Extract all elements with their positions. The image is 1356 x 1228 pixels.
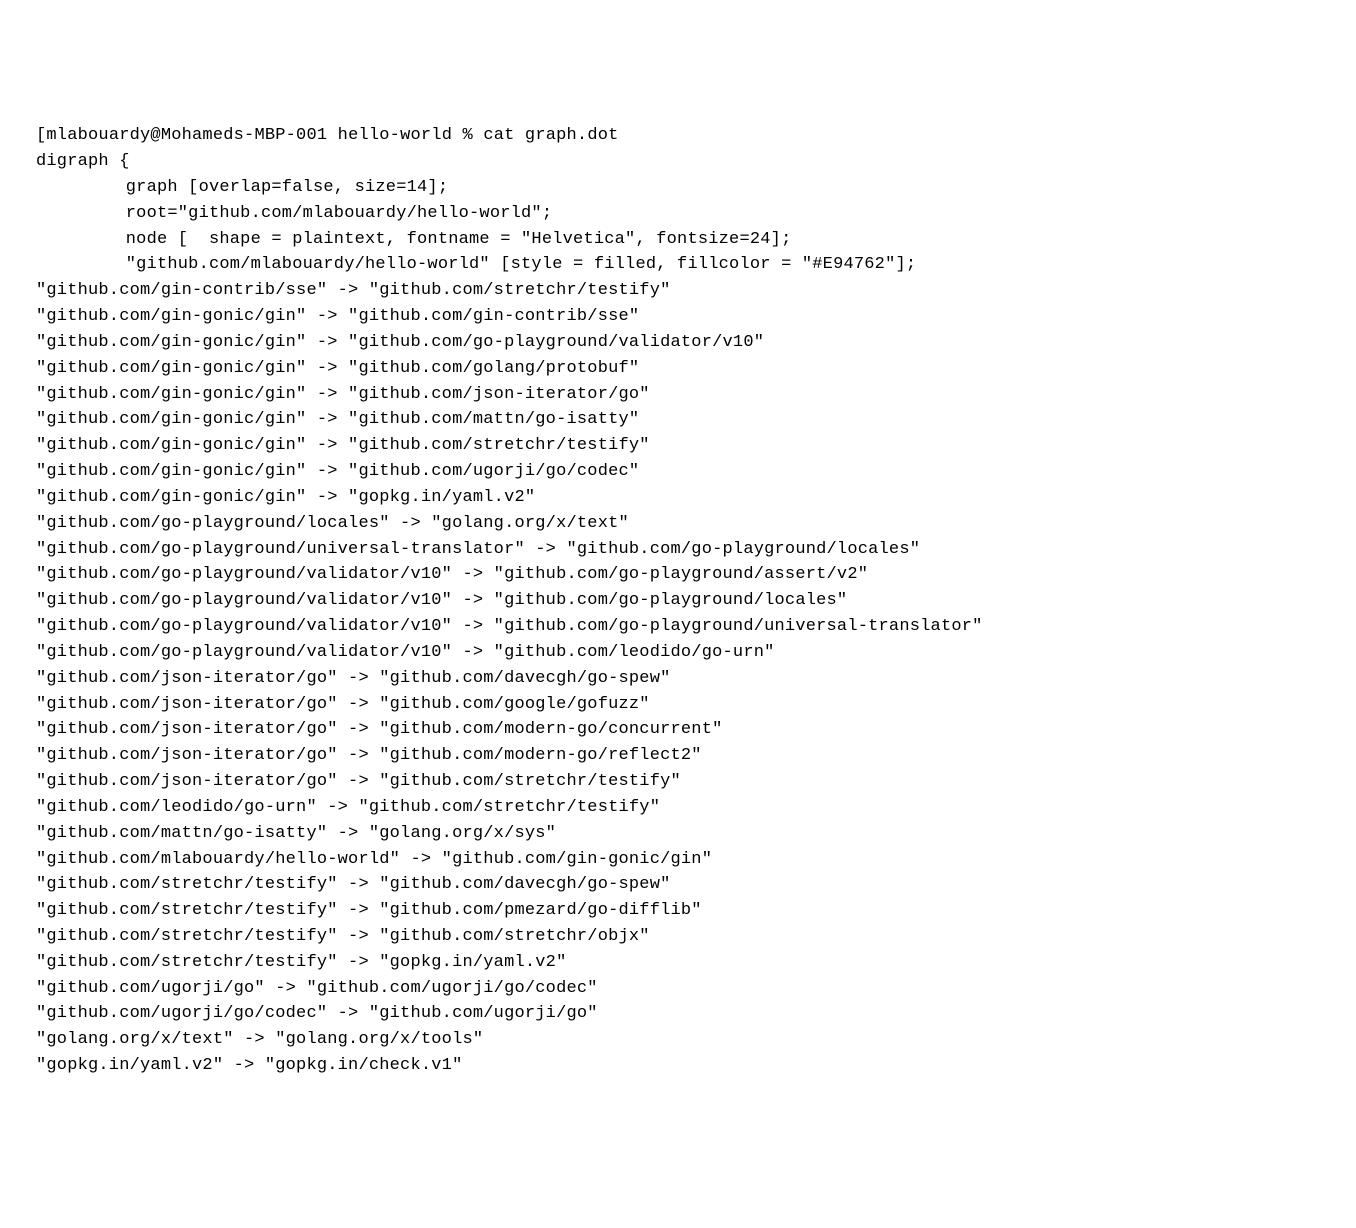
edge-line: "github.com/leodido/go-urn" -> "github.c… — [36, 795, 1320, 821]
edge-line: "github.com/go-playground/validator/v10"… — [36, 588, 1320, 614]
edge-line: "golang.org/x/text" -> "golang.org/x/too… — [36, 1027, 1320, 1053]
edge-line: "github.com/go-playground/universal-tran… — [36, 537, 1320, 563]
prompt-command: cat graph.dot — [483, 126, 618, 145]
root-attr-line: root="github.com/mlabouardy/hello-world"… — [36, 201, 1320, 227]
edge-line: "github.com/go-playground/validator/v10"… — [36, 614, 1320, 640]
digraph-open-line: digraph { — [36, 149, 1320, 175]
edge-line: "github.com/json-iterator/go" -> "github… — [36, 717, 1320, 743]
edge-line: "github.com/gin-gonic/gin" -> "github.co… — [36, 459, 1320, 485]
prompt-user-host: mlabouardy@Mohameds-MBP-001 — [46, 126, 327, 145]
edge-line: "github.com/stretchr/testify" -> "github… — [36, 924, 1320, 950]
edge-line: "github.com/gin-gonic/gin" -> "github.co… — [36, 356, 1320, 382]
edge-line: "github.com/go-playground/validator/v10"… — [36, 562, 1320, 588]
edge-line: "github.com/stretchr/testify" -> "gopkg.… — [36, 950, 1320, 976]
edge-line: "github.com/ugorji/go" -> "github.com/ug… — [36, 976, 1320, 1002]
edge-line: "github.com/gin-gonic/gin" -> "github.co… — [36, 382, 1320, 408]
edge-line: "github.com/mattn/go-isatty" -> "golang.… — [36, 821, 1320, 847]
edge-line: "github.com/stretchr/testify" -> "github… — [36, 872, 1320, 898]
terminal-output: [mlabouardy@Mohameds-MBP-001 hello-world… — [36, 123, 1320, 1079]
edge-line: "github.com/json-iterator/go" -> "github… — [36, 666, 1320, 692]
prompt-delim: % — [463, 126, 473, 145]
edge-line: "github.com/go-playground/locales" -> "g… — [36, 511, 1320, 537]
edge-line: "github.com/gin-gonic/gin" -> "github.co… — [36, 330, 1320, 356]
edge-line: "github.com/gin-gonic/gin" -> "github.co… — [36, 304, 1320, 330]
edge-line: "github.com/json-iterator/go" -> "github… — [36, 769, 1320, 795]
edge-line: "gopkg.in/yaml.v2" -> "gopkg.in/check.v1… — [36, 1053, 1320, 1079]
edge-line: "github.com/json-iterator/go" -> "github… — [36, 692, 1320, 718]
edge-line: "github.com/ugorji/go/codec" -> "github.… — [36, 1001, 1320, 1027]
edge-line: "github.com/go-playground/validator/v10"… — [36, 640, 1320, 666]
node-attr-line: node [ shape = plaintext, fontname = "He… — [36, 227, 1320, 253]
prompt-cwd: hello-world — [338, 126, 452, 145]
edge-line: "github.com/gin-gonic/gin" -> "github.co… — [36, 433, 1320, 459]
edge-line: "github.com/gin-gonic/gin" -> "github.co… — [36, 407, 1320, 433]
prompt-open-bracket: [ — [36, 126, 46, 145]
edge-line: "github.com/mlabouardy/hello-world" -> "… — [36, 847, 1320, 873]
graph-attr-line: graph [overlap=false, size=14]; — [36, 175, 1320, 201]
prompt-line: [mlabouardy@Mohameds-MBP-001 hello-world… — [36, 123, 1320, 149]
edges-block: "github.com/gin-contrib/sse" -> "github.… — [36, 278, 1320, 1079]
edge-line: "github.com/json-iterator/go" -> "github… — [36, 743, 1320, 769]
edge-line: "github.com/gin-contrib/sse" -> "github.… — [36, 278, 1320, 304]
highlight-node-line: "github.com/mlabouardy/hello-world" [sty… — [36, 252, 1320, 278]
edge-line: "github.com/gin-gonic/gin" -> "gopkg.in/… — [36, 485, 1320, 511]
edge-line: "github.com/stretchr/testify" -> "github… — [36, 898, 1320, 924]
